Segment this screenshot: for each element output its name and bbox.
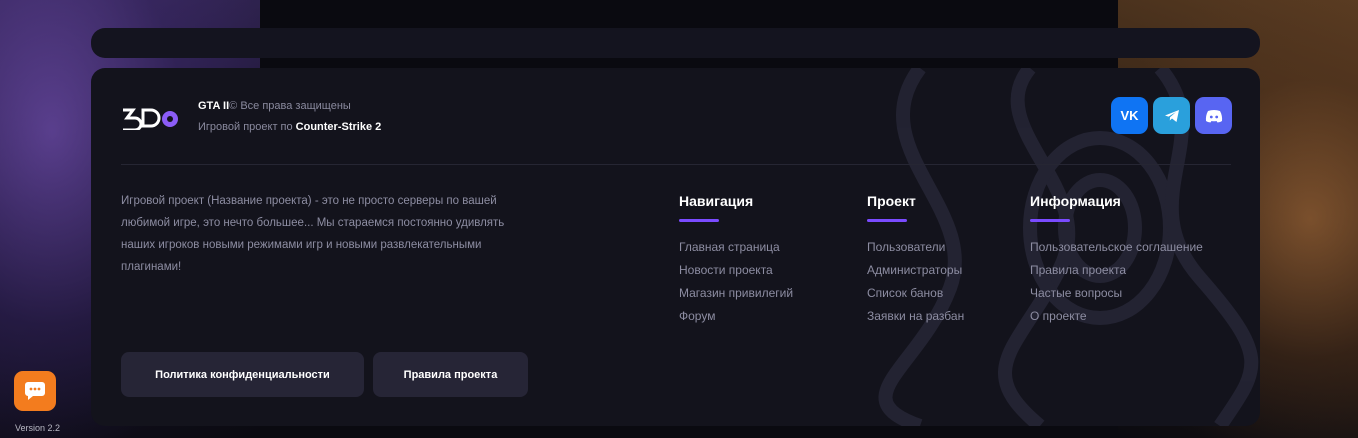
project-column: Проект Пользователи Администраторы Списо… — [867, 192, 964, 328]
discord-button[interactable] — [1195, 97, 1232, 134]
project-title: Проект — [867, 193, 916, 209]
project-link-bans[interactable]: Список банов — [867, 282, 964, 305]
top-bar — [91, 28, 1260, 58]
about-text: Игровой проект (Название проекта) - это … — [121, 195, 505, 273]
nav-link-shop[interactable]: Магазин привилегий — [679, 282, 793, 305]
subtitle-prefix: Игровой проект по — [198, 121, 296, 133]
brand-copyright: GTA II© Все права защищены — [198, 100, 351, 112]
site-footer: GTA II© Все права защищены Игровой проек… — [91, 68, 1260, 426]
brand-subtitle: Игровой проект по Counter-Strike 2 — [198, 121, 381, 133]
chat-icon — [25, 382, 45, 400]
project-accent-bar — [867, 219, 907, 222]
navigation-column: Навигация Главная страница Новости проек… — [679, 192, 793, 328]
telegram-button[interactable] — [1153, 97, 1190, 134]
project-link-unban[interactable]: Заявки на разбан — [867, 305, 964, 328]
information-column: Информация Пользовательское соглашение П… — [1030, 192, 1203, 328]
project-link-users[interactable]: Пользователи — [867, 236, 964, 259]
project-link-admins[interactable]: Администраторы — [867, 259, 964, 282]
game-name: Counter-Strike 2 — [295, 121, 382, 133]
privacy-policy-button[interactable]: Политика конфиденциальности — [121, 352, 364, 397]
navigation-accent-bar — [679, 219, 719, 222]
discord-icon — [1205, 109, 1222, 122]
navigation-title: Навигация — [679, 193, 754, 209]
vk-icon: VK — [1120, 108, 1139, 123]
telegram-icon — [1164, 109, 1179, 122]
brand-logo[interactable] — [121, 106, 181, 130]
nav-link-news[interactable]: Новости проекта — [679, 259, 793, 282]
nav-link-home[interactable]: Главная страница — [679, 236, 793, 259]
information-title: Информация — [1030, 193, 1121, 209]
project-rules-button[interactable]: Правила проекта — [373, 352, 528, 397]
information-accent-bar — [1030, 219, 1070, 222]
info-link-rules[interactable]: Правила проекта — [1030, 259, 1203, 282]
chat-button[interactable] — [14, 371, 56, 411]
info-link-agreement[interactable]: Пользовательское соглашение — [1030, 236, 1203, 259]
brand-name: GTA II — [198, 100, 230, 112]
copyright-text: © Все права защищены — [229, 100, 351, 112]
footer-divider — [121, 164, 1231, 165]
info-link-faq[interactable]: Частые вопросы — [1030, 282, 1203, 305]
version-label: Version 2.2 — [15, 423, 61, 433]
vk-button[interactable]: VK — [1111, 97, 1148, 134]
info-link-about[interactable]: О проекте — [1030, 305, 1203, 328]
nav-link-forum[interactable]: Форум — [679, 305, 793, 328]
